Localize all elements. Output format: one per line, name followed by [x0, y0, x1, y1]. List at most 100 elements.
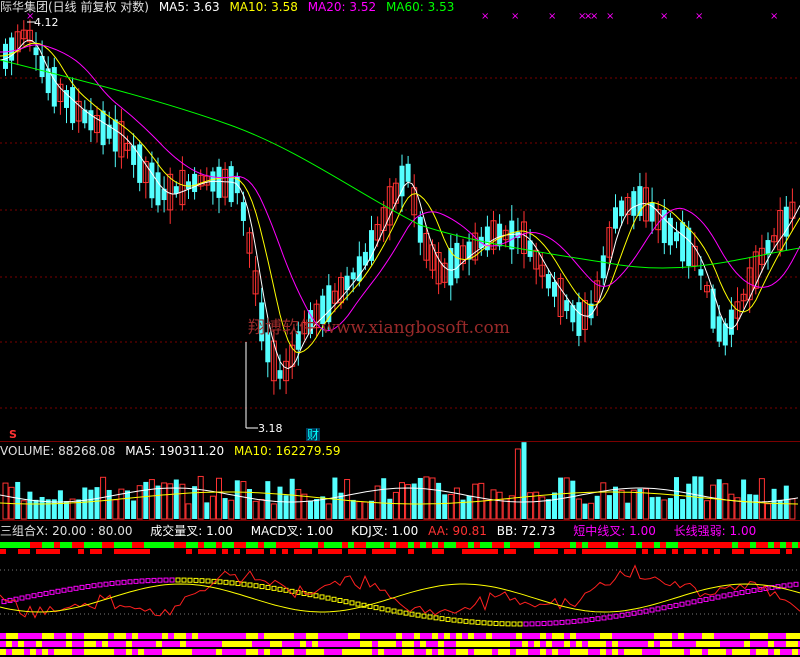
trend-strip-2 — [546, 641, 552, 647]
volume-bar-down — [155, 485, 161, 519]
indicator-box-point — [55, 588, 61, 594]
signal-strip-top — [240, 542, 246, 548]
signal-strip-bottom — [12, 549, 18, 554]
volume-bar-up — [490, 489, 497, 520]
indicator-box-point — [523, 621, 529, 627]
trend-strip-1 — [660, 633, 666, 639]
trend-strip-2 — [324, 641, 330, 647]
signal-strip-top — [162, 542, 168, 548]
trend-strip-3 — [714, 649, 720, 655]
volume-indicator-divider — [0, 520, 800, 521]
indicator-box-point — [139, 578, 145, 584]
trend-strip-2 — [468, 641, 474, 647]
signal-strip-top — [210, 542, 216, 548]
signal-strip-bottom — [720, 549, 726, 554]
trend-strip-1 — [84, 633, 90, 639]
signal-strip-top — [456, 542, 462, 548]
trend-strip-1 — [726, 633, 732, 639]
trend-strip-2 — [750, 641, 756, 647]
trend-strip-3 — [468, 649, 474, 655]
ma60-line — [0, 59, 800, 269]
signal-strip-bottom — [774, 549, 780, 554]
trend-strip-3 — [660, 649, 666, 655]
volume-bar-up — [514, 448, 521, 520]
trend-strip-3 — [390, 649, 396, 655]
signal-strip-top — [636, 542, 642, 548]
trend-strip-3 — [720, 649, 726, 655]
candle-body-down — [399, 165, 405, 197]
trend-strip-2 — [144, 641, 150, 647]
indicator-box-point — [463, 618, 469, 624]
signal-strip-bottom — [378, 549, 384, 554]
signal-strip-bottom — [690, 549, 696, 554]
trend-strip-3 — [318, 649, 324, 655]
trend-strip-2 — [366, 641, 372, 647]
indicator-box-point — [661, 605, 667, 611]
signal-strip-top — [294, 542, 300, 548]
trend-strip-2 — [444, 641, 450, 647]
volume-bar-down — [143, 481, 149, 519]
signal-strip-top — [174, 542, 180, 548]
trend-strip-3 — [510, 649, 516, 655]
trend-strip-1 — [534, 633, 540, 639]
signal-strip-bottom — [402, 549, 408, 554]
signal-strip-top — [246, 542, 252, 548]
indicator-box-point — [781, 583, 787, 589]
volume-bar-up — [484, 499, 491, 520]
trend-strip-1 — [756, 633, 762, 639]
candle-body-down — [613, 207, 618, 229]
zuhe-label[interactable]: 三组合X: 20.00 : 80.00 — [0, 524, 132, 538]
indicator-box-point — [649, 607, 655, 613]
trend-strip-3 — [492, 649, 498, 655]
indicator-box-point — [181, 577, 187, 583]
trend-strip-3 — [738, 649, 744, 655]
trend-strip-2 — [342, 641, 348, 647]
trend-strip-3 — [306, 649, 312, 655]
trend-strip-1 — [348, 633, 354, 639]
candle-body-down — [240, 202, 246, 221]
volume-bar-down — [606, 495, 612, 519]
finance-event-marker[interactable]: 财 — [306, 428, 321, 442]
sell-signal-marker[interactable]: S — [9, 428, 17, 442]
candle-body-down — [576, 302, 582, 336]
signal-strip-bottom — [756, 549, 762, 554]
ma10-line — [0, 42, 800, 354]
candle-body-down — [350, 272, 356, 280]
candle-body-down — [716, 316, 722, 342]
indicator-box-point — [721, 593, 727, 599]
signal-strip-bottom — [270, 549, 276, 554]
trend-strip-2 — [6, 641, 12, 647]
signal-strip-top — [450, 542, 456, 548]
signal-strip-bottom — [72, 549, 78, 554]
trend-strip-3 — [504, 649, 510, 655]
trend-strip-3 — [72, 649, 78, 655]
signal-strip-bottom — [504, 549, 510, 554]
signal-strip-top — [600, 542, 606, 548]
signal-strip-bottom — [348, 549, 354, 554]
indicator-box-point — [229, 580, 235, 586]
trend-strip-1 — [504, 633, 510, 639]
trend-strip-2 — [438, 641, 444, 647]
indicator-box-point — [439, 616, 445, 622]
indicator-box-point — [115, 580, 121, 586]
trend-strip-1 — [324, 633, 330, 639]
signal-strip-bottom — [612, 549, 618, 554]
signal-strip-bottom — [744, 549, 750, 554]
volume-bar-up — [362, 501, 369, 520]
trend-strip-2 — [480, 641, 486, 647]
candle-body-down — [600, 255, 606, 279]
trend-strip-1 — [792, 633, 798, 639]
signal-strip-bottom — [192, 549, 198, 554]
trend-strip-1 — [12, 633, 18, 639]
trend-strip-2 — [330, 641, 336, 647]
trend-strip-1 — [294, 633, 300, 639]
trend-strip-2 — [696, 641, 702, 647]
signal-strip-top — [750, 542, 756, 548]
trend-strip-1 — [528, 633, 534, 639]
volume-bar-down — [387, 498, 393, 519]
signal-strip-bottom — [186, 549, 192, 554]
signal-strip-bottom — [108, 549, 114, 554]
signal-strip-bottom — [510, 549, 516, 554]
signal-strip-top — [618, 542, 624, 548]
trend-strip-1 — [186, 633, 192, 639]
